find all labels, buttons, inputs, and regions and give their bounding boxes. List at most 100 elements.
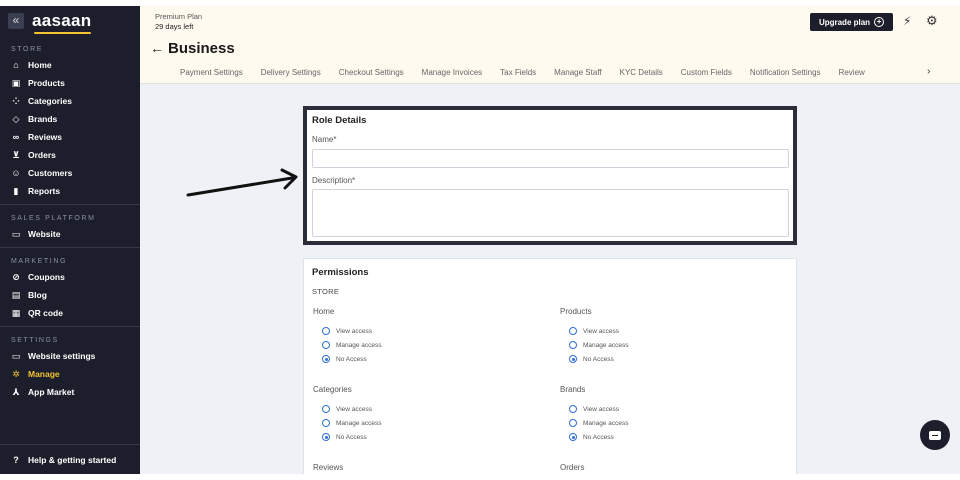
tab-review[interactable]: Review <box>839 68 865 77</box>
permission-option[interactable]: Manage access <box>313 338 382 352</box>
permission-option[interactable]: View access <box>560 402 629 416</box>
role-details-title: Role Details <box>312 115 367 126</box>
sidebar-item-label: Coupons <box>28 272 65 282</box>
permission-option[interactable]: View access <box>560 324 629 338</box>
sidebar-item-blog[interactable]: ▤ Blog <box>0 286 140 304</box>
tab-notification-settings[interactable]: Notification Settings <box>750 68 821 77</box>
permission-group-title: Home <box>313 307 335 316</box>
permission-option[interactable]: Manage access <box>313 416 382 430</box>
radio-button[interactable] <box>569 355 577 363</box>
sidebar-item-reports[interactable]: ▮ Reports <box>0 182 140 200</box>
chat-support-button[interactable] <box>920 420 950 450</box>
tab-kyc-details[interactable]: KYC Details <box>620 68 663 77</box>
radio-button[interactable] <box>569 341 577 349</box>
radio-button[interactable] <box>322 433 330 441</box>
logo-text: aasaan <box>32 11 92 30</box>
monitor-icon: ▭ <box>11 229 21 239</box>
tab-payment-settings[interactable]: Payment Settings <box>180 68 243 77</box>
sidebar-item-manage[interactable]: ✲ Manage <box>0 365 140 383</box>
radio-button[interactable] <box>569 327 577 335</box>
website-settings-icon: ▭ <box>11 351 21 361</box>
radio-button[interactable] <box>569 419 577 427</box>
sidebar-item-home[interactable]: ⌂ Home <box>0 56 140 74</box>
permission-option-label: No Access <box>336 355 367 363</box>
collapse-sidebar-button[interactable]: « <box>8 13 24 29</box>
sidebar-item-website-settings[interactable]: ▭ Website settings <box>0 347 140 365</box>
permission-option[interactable]: Manage access <box>560 416 629 430</box>
back-arrow-icon[interactable]: ← <box>150 40 164 56</box>
sidebar-item-label: Website settings <box>28 351 96 361</box>
plan-info: Premium Plan 29 days left <box>155 12 202 32</box>
upgrade-plan-button[interactable]: Upgrade plan + <box>810 13 893 31</box>
radio-button[interactable] <box>322 327 330 335</box>
permission-option[interactable]: Manage access <box>560 338 629 352</box>
permission-option-label: Manage access <box>583 341 629 349</box>
sidebar-item-coupons[interactable]: ⊘ Coupons <box>0 268 140 286</box>
permission-option[interactable]: No Access <box>313 430 382 444</box>
sidebar-item-brands[interactable]: ◇ Brands <box>0 110 140 128</box>
permission-option[interactable]: No Access <box>560 430 629 444</box>
tab-delivery-settings[interactable]: Delivery Settings <box>261 68 321 77</box>
permission-option[interactable]: No Access <box>560 352 629 366</box>
radio-button[interactable] <box>569 405 577 413</box>
tab-manage-staff[interactable]: Manage Staff <box>554 68 601 77</box>
tab-checkout-settings[interactable]: Checkout Settings <box>339 68 404 77</box>
sidebar-item-label: Categories <box>28 96 72 106</box>
sidebar-item-label: Brands <box>28 114 58 124</box>
permission-option[interactable]: No Access <box>313 352 382 366</box>
permission-option[interactable]: View access <box>313 402 382 416</box>
permission-option-label: View access <box>336 405 373 413</box>
gear-icon: ✲ <box>12 369 20 379</box>
description-textarea[interactable] <box>312 189 789 237</box>
radio-button[interactable] <box>322 405 330 413</box>
bolt-icon[interactable]: ⚡ <box>903 14 911 28</box>
settings-gear-icon[interactable]: ⚙ <box>926 13 938 29</box>
sidebar-item-orders[interactable]: ⊻ Orders <box>0 146 140 164</box>
radio-button[interactable] <box>322 419 330 427</box>
permission-option-label: No Access <box>336 433 367 441</box>
permission-group-title: Categories <box>313 385 352 394</box>
role-details-card: Role Details Name* Description* <box>303 106 797 245</box>
radio-button[interactable] <box>322 341 330 349</box>
sidebar-item-qr-code[interactable]: ▦ QR code <box>0 304 140 322</box>
logo[interactable]: aasaan <box>32 11 92 34</box>
sidebar-item-categories[interactable]: ⁘ Categories <box>0 92 140 110</box>
users-icon: ☺ <box>11 168 21 178</box>
permission-group-categories: Categories View access Manage access No Acc… <box>313 385 382 444</box>
sidebar-item-app-market[interactable]: ⅄ App Market <box>0 383 140 401</box>
sidebar-item-products[interactable]: ▣ Products <box>0 74 140 92</box>
sidebar-item-reviews[interactable]: ∞ Reviews <box>0 128 140 146</box>
name-input[interactable] <box>312 149 789 168</box>
sidebar-item-label: App Market <box>28 387 75 397</box>
app-frame: « aasaan STORE ⌂ Home ▣ Products ⁘ Categories ◇… <box>0 6 960 474</box>
permission-option[interactable]: View access <box>313 324 382 338</box>
qr-icon: ▦ <box>11 308 21 318</box>
tab-manage-invoices[interactable]: Manage Invoices <box>422 68 482 77</box>
permission-option-label: No Access <box>583 355 614 363</box>
tab-custom-fields[interactable]: Custom Fields <box>681 68 732 77</box>
sidebar-section-label: STORE <box>11 46 43 53</box>
products-icon: ▣ <box>11 78 21 88</box>
sidebar-item-label: QR code <box>28 308 63 318</box>
radio-button[interactable] <box>569 433 577 441</box>
sidebar-item-customers[interactable]: ☺ Customers <box>0 164 140 182</box>
permission-group-brands: Brands View access Manage access No Access <box>560 385 629 444</box>
sidebar-item-label: Website <box>28 229 61 239</box>
home-icon: ⌂ <box>13 60 19 70</box>
permission-option-label: Manage access <box>583 419 629 427</box>
logo-row: « aasaan <box>0 6 140 36</box>
settings-tabs: Payment Settings Delivery Settings Checkou… <box>180 68 883 77</box>
tab-tax-fields[interactable]: Tax Fields <box>500 68 536 77</box>
cart-icon: ⊻ <box>12 150 20 160</box>
radio-button[interactable] <box>322 355 330 363</box>
help-link[interactable]: ? Help & getting started <box>0 444 140 474</box>
upgrade-plan-label: Upgrade plan <box>818 17 871 27</box>
chevron-right-icon[interactable]: › <box>927 66 930 77</box>
sidebar-item-label: Home <box>28 60 52 70</box>
permission-option-label: View access <box>583 327 620 335</box>
permission-option-label: Manage access <box>336 341 382 349</box>
sidebar-nav: STORE ⌂ Home ▣ Products ⁘ Categories ◇ Brands ∞ Re… <box>0 36 140 401</box>
sidebar-item-label: Products <box>28 78 65 88</box>
permission-group-home: Home View access Manage access No Access <box>313 307 382 366</box>
sidebar-item-website[interactable]: ▭ Website <box>0 225 140 243</box>
